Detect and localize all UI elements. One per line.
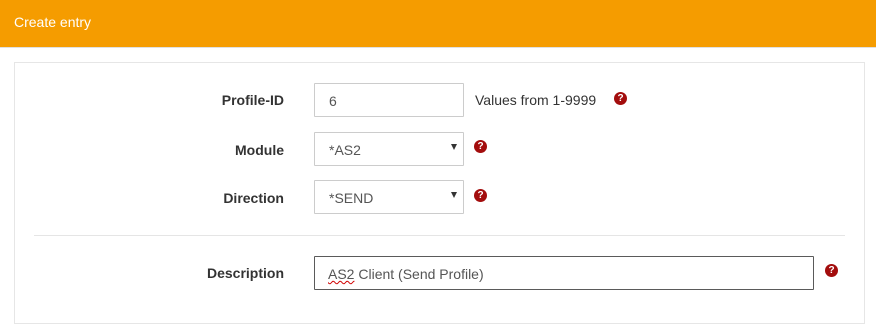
direction-select[interactable]: *SEND (314, 180, 464, 214)
description-value-rest: Client (Send Profile) (354, 266, 484, 282)
module-label: Module (235, 142, 284, 158)
section-divider (34, 235, 845, 236)
description-help-icon[interactable]: ? (825, 264, 838, 277)
direction-help-icon[interactable]: ? (474, 189, 487, 202)
direction-label: Direction (223, 190, 284, 206)
module-value: *AS2 (329, 142, 361, 158)
page-title: Create entry (14, 14, 92, 30)
profile-id-hint: Values from 1-9999 (475, 92, 597, 108)
module-help-icon[interactable]: ? (474, 140, 487, 153)
module-select[interactable]: *AS2 (314, 132, 464, 166)
description-value: AS2 Client (Send Profile) (328, 266, 484, 282)
page-header: Create entry (0, 0, 876, 48)
direction-value: *SEND (329, 190, 374, 206)
profile-id-label: Profile-ID (221, 92, 284, 108)
description-input[interactable]: AS2 Client (Send Profile) (314, 256, 814, 290)
profile-id-input[interactable]: 6 (314, 83, 464, 117)
chevron-down-icon (451, 144, 457, 150)
description-label: Description (206, 265, 284, 281)
profile-id-value: 6 (329, 93, 337, 109)
profile-id-help-icon[interactable]: ? (614, 92, 627, 105)
chevron-down-icon (451, 192, 457, 198)
description-value-prefix: AS2 (328, 266, 355, 282)
